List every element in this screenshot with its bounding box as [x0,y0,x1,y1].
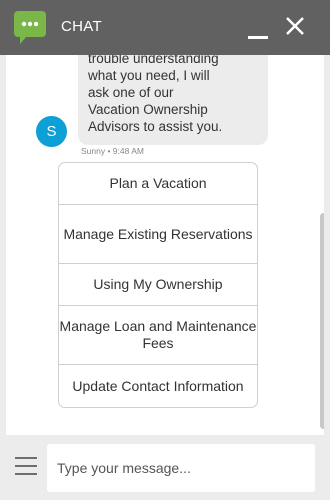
option-update-contact[interactable]: Update Contact Information [59,365,257,407]
close-button[interactable] [284,15,306,37]
scrollbar-thumb[interactable] [320,213,324,429]
message-meta: Sunny • 9:48 AM [81,146,144,156]
chat-bubble-icon [14,11,46,44]
hamburger-menu-icon[interactable] [15,457,37,475]
close-icon [286,17,304,35]
option-manage-reservations[interactable]: Manage Existing Reservations [59,205,257,264]
option-using-ownership[interactable]: Using My Ownership [59,264,257,306]
chat-header: CHAT [0,0,330,55]
quick-reply-options: Plan a Vacation Manage Existing Reservat… [58,162,258,408]
message-line: ask one of our [88,85,174,100]
message-line: Vacation Ownership [88,102,208,117]
avatar: S [36,116,67,147]
message-list[interactable]: trouble understanding what you need, I w… [6,55,324,435]
message-line: what you need, I will [88,68,210,83]
message-line: Advisors to assist you. [88,119,223,134]
message-bubble: trouble understanding what you need, I w… [78,55,268,145]
chat-title: CHAT [61,18,102,35]
option-manage-loan-fees[interactable]: Manage Loan and Maintenance Fees [59,306,257,365]
option-plan-vacation[interactable]: Plan a Vacation [59,163,257,205]
message-input[interactable] [47,444,315,492]
message-line: trouble understanding [88,55,219,66]
minimize-button[interactable] [246,20,270,42]
